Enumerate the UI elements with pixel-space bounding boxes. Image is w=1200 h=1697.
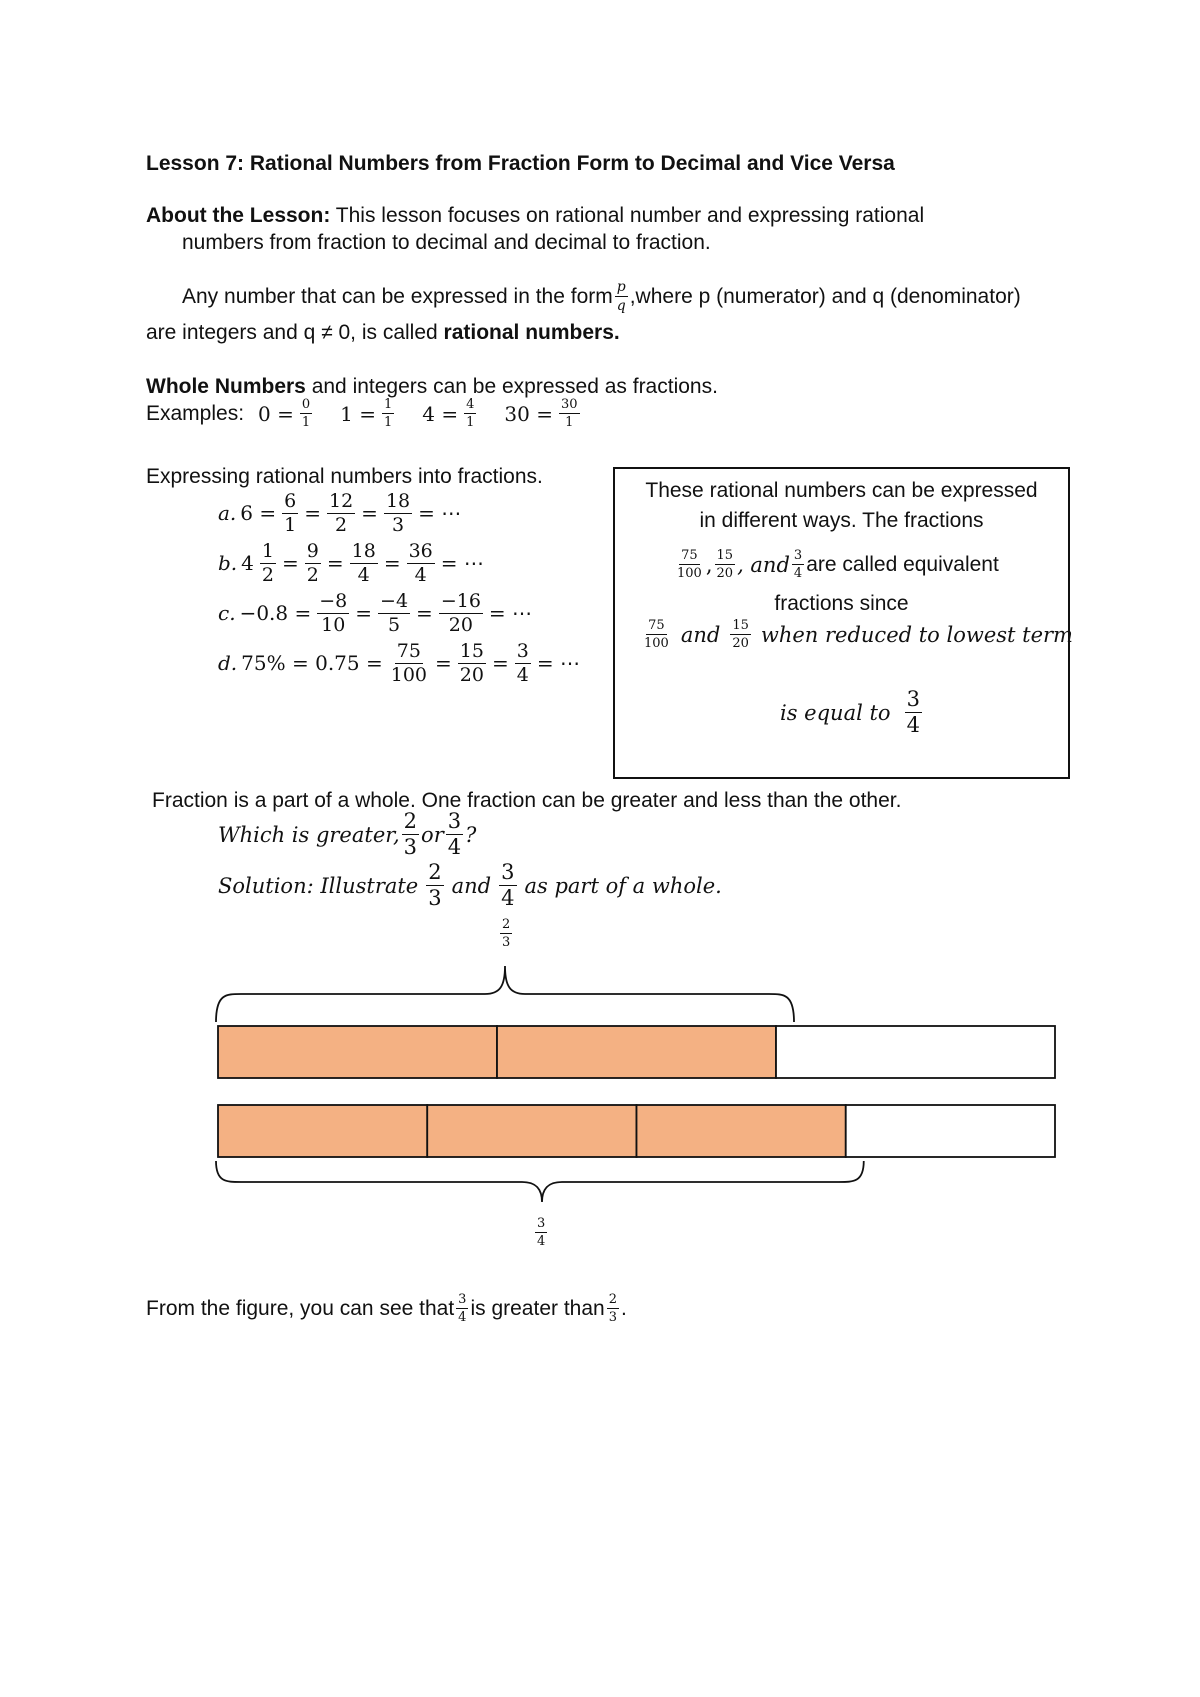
shaded-part [217, 1025, 498, 1079]
shaded-part [217, 1104, 429, 1158]
curly-brace-three-fourths [215, 1160, 865, 1203]
conclusion-end: . [620, 1296, 627, 1320]
conclusion-frac-a: 34 [456, 1292, 469, 1325]
conclusion-frac-b: 23 [606, 1292, 619, 1325]
conclusion-line: From the figure, you can see that 34 is … [146, 1293, 627, 1324]
conclusion-text: From the figure, you can see that [146, 1296, 455, 1320]
curly-brace-two-thirds [215, 965, 795, 1023]
shaded-part [635, 1104, 847, 1158]
unshaded-part [844, 1104, 1056, 1158]
fraction-bar-figure [215, 965, 1056, 1203]
conclusion-middle: is greater than [470, 1296, 605, 1320]
unshaded-part [775, 1025, 1056, 1079]
shaded-part [496, 1025, 777, 1079]
shaded-part [426, 1104, 638, 1158]
label-three-fourths: 34 [535, 1216, 548, 1249]
label-two-thirds: 23 [500, 917, 513, 950]
